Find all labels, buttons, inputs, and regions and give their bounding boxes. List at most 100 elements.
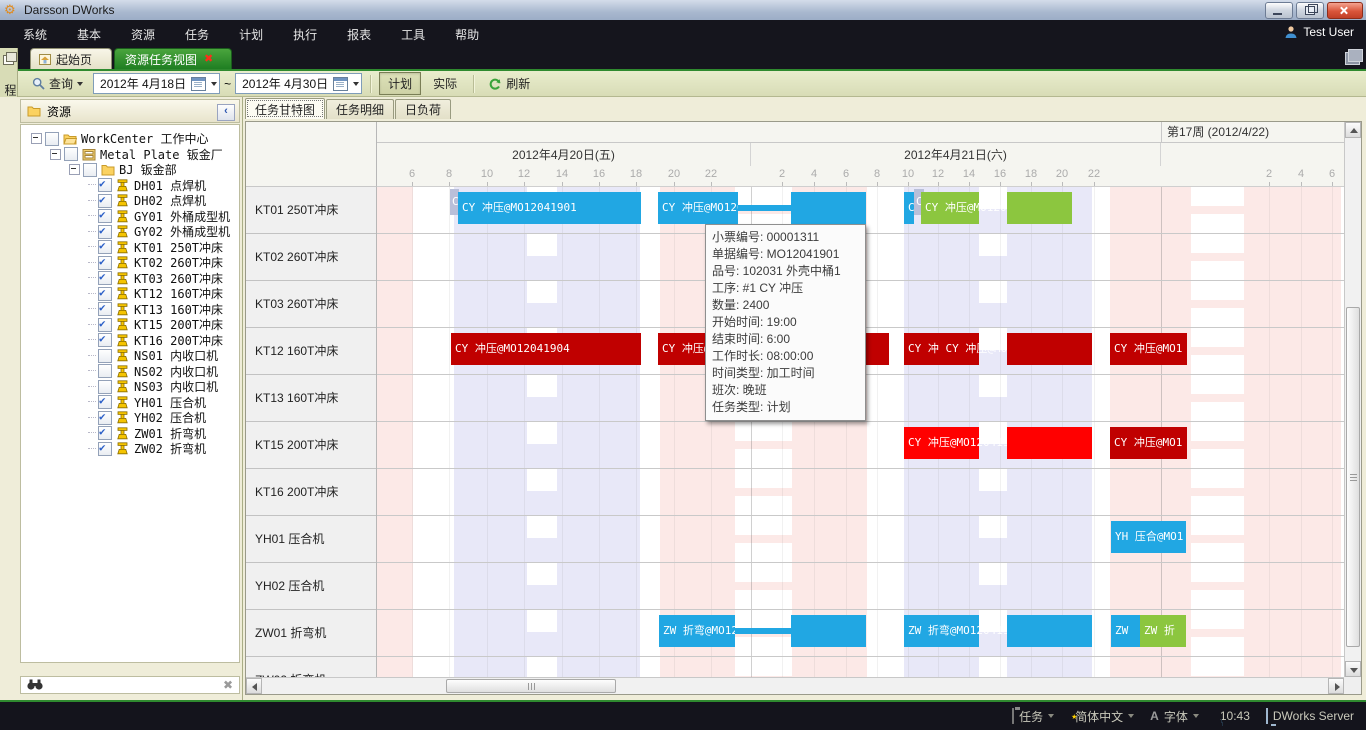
task-bar[interactable]: C — [904, 192, 914, 224]
tree-checkbox[interactable] — [83, 163, 97, 177]
tree-checkbox[interactable] — [98, 380, 112, 394]
task-bar[interactable] — [1007, 615, 1092, 647]
menu-item-报表[interactable]: 报表 — [332, 22, 386, 47]
dropdown-icon[interactable] — [1048, 714, 1054, 718]
expander-icon[interactable] — [69, 164, 80, 175]
close-button[interactable] — [1327, 2, 1363, 19]
tree-item[interactable]: KT16 200T冲床 — [21, 333, 239, 349]
tree-checkbox[interactable] — [64, 147, 78, 161]
tree-item[interactable]: NS02 内收口机 — [21, 364, 239, 380]
menu-item-基本[interactable]: 基本 — [62, 22, 116, 47]
task-bar[interactable] — [1007, 333, 1092, 365]
tree-item[interactable]: BJ 钣金部 — [21, 162, 239, 178]
user-box[interactable]: Test User — [1284, 25, 1354, 39]
restore-button[interactable] — [1296, 2, 1324, 19]
tree-checkbox[interactable] — [98, 426, 112, 440]
tree-checkbox[interactable] — [98, 318, 112, 332]
minimize-button[interactable] — [1265, 2, 1293, 19]
menu-item-系统[interactable]: 系统 — [8, 22, 62, 47]
task-bar[interactable]: CY 冲压@MO12041902 — [921, 192, 979, 224]
date-from-field[interactable]: 2012年 4月18日 — [93, 73, 220, 94]
task-bar[interactable]: CY 冲压@MO12041903 — [904, 427, 979, 459]
tree-item[interactable]: KT01 250T冲床 — [21, 240, 239, 256]
menu-item-帮助[interactable]: 帮助 — [440, 22, 494, 47]
tree-search-bar[interactable]: ✖ — [20, 676, 240, 694]
task-bar[interactable]: CY 冲压@MO1 — [1110, 427, 1187, 459]
task-bar[interactable] — [1007, 192, 1072, 224]
task-bar[interactable] — [735, 628, 791, 634]
tree-item[interactable]: KT12 160T冲床 — [21, 286, 239, 302]
expander-icon[interactable] — [31, 133, 42, 144]
status-item-DWorks Server[interactable]: DWorks Server — [1266, 709, 1354, 723]
task-bar[interactable] — [791, 615, 866, 647]
refresh-button[interactable]: 刷新 — [482, 73, 536, 94]
tree-item[interactable]: YH01 压合机 — [21, 395, 239, 411]
horizontal-scrollbar[interactable] — [246, 677, 1344, 694]
tab-home-page[interactable]: 起始页 — [30, 48, 112, 69]
tree-item[interactable]: KT15 200T冲床 — [21, 317, 239, 333]
tree-item[interactable]: KT13 160T冲床 — [21, 302, 239, 318]
task-bar[interactable] — [738, 205, 791, 211]
task-bar[interactable]: CY 冲 CY 冲压@MO12041904 — [904, 333, 979, 365]
vertical-scroll-thumb[interactable] — [1346, 307, 1360, 647]
tree-item[interactable]: DH02 点焊机 — [21, 193, 239, 209]
collapse-panel-button[interactable]: ‹ — [217, 104, 235, 121]
tree-item[interactable]: NS01 内收口机 — [21, 348, 239, 364]
task-bar[interactable] — [791, 192, 866, 224]
date-to-field[interactable]: 2012年 4月30日 — [235, 73, 362, 94]
tree-checkbox[interactable] — [98, 256, 112, 270]
task-bar[interactable]: ZW 折弯@MO12041901 — [659, 615, 735, 647]
menu-item-执行[interactable]: 执行 — [278, 22, 332, 47]
date-to-dropdown-icon[interactable] — [353, 82, 359, 86]
dropdown-icon[interactable] — [1193, 714, 1199, 718]
tree-checkbox[interactable] — [98, 271, 112, 285]
menu-item-任务[interactable]: 任务 — [170, 22, 224, 47]
tree-checkbox[interactable] — [98, 240, 112, 254]
dropdown-icon[interactable] — [1128, 714, 1134, 718]
tree-checkbox[interactable] — [98, 194, 112, 208]
tree-checkbox[interactable] — [98, 364, 112, 378]
tree-item[interactable]: ZW01 折弯机 — [21, 426, 239, 442]
task-bar[interactable]: YH 压合@MO1 — [1111, 521, 1186, 553]
query-button[interactable]: 查询 — [26, 73, 89, 94]
tree-item[interactable]: DH01 点焊机 — [21, 178, 239, 194]
task-bar[interactable]: CY 冲压@MO12041901 — [658, 192, 738, 224]
tab-resource-task-view[interactable]: 资源任务视图 ✖ — [114, 48, 232, 69]
tree-item[interactable]: KT02 260T冲床 — [21, 255, 239, 271]
status-item-简体中文[interactable]: 简体中文 — [1070, 708, 1134, 725]
tree-checkbox[interactable] — [98, 411, 112, 425]
tree-checkbox[interactable] — [45, 132, 59, 146]
task-bar[interactable]: ZW 折弯@MO12041901 — [904, 615, 979, 647]
tree-checkbox[interactable] — [98, 395, 112, 409]
task-bar[interactable] — [1007, 427, 1092, 459]
task-bar[interactable]: ZW — [1111, 615, 1140, 647]
status-item-任务[interactable]: 任务 — [1012, 708, 1054, 725]
gantt-tab-任务明细[interactable]: 任务明细 — [326, 99, 394, 119]
tree-checkbox[interactable] — [98, 287, 112, 301]
scroll-right-button[interactable] — [1328, 678, 1344, 694]
clear-search-icon[interactable]: ✖ — [223, 678, 233, 692]
scroll-up-button[interactable] — [1345, 122, 1361, 138]
tree-item[interactable]: Metal Plate 钣金厂 — [21, 147, 239, 163]
window-list-icon[interactable] — [1345, 52, 1360, 65]
tab-close-icon[interactable]: ✖ — [204, 54, 213, 65]
tree-item[interactable]: WorkCenter 工作中心 — [21, 131, 239, 147]
status-item-字体[interactable]: A字体 — [1150, 708, 1199, 725]
plan-toggle-button[interactable]: 计划 — [379, 72, 421, 95]
gantt-tab-日负荷[interactable]: 日负荷 — [395, 99, 451, 119]
gantt-tab-任务甘特图[interactable]: 任务甘特图 — [245, 98, 325, 119]
tree-item[interactable]: KT03 260T冲床 — [21, 271, 239, 287]
tree-item[interactable]: GY02 外桶成型机 — [21, 224, 239, 240]
tree-checkbox[interactable] — [98, 302, 112, 316]
task-bar[interactable]: CY 冲压@MO12041901 — [458, 192, 641, 224]
task-bar[interactable]: CY 冲压@MO12041904 — [451, 333, 641, 365]
tree-item[interactable]: GY01 外桶成型机 — [21, 209, 239, 225]
tree-checkbox[interactable] — [98, 333, 112, 347]
tree-checkbox[interactable] — [98, 442, 112, 456]
vertical-scrollbar[interactable] — [1344, 122, 1361, 677]
tree-checkbox[interactable] — [98, 209, 112, 223]
scroll-left-button[interactable] — [246, 678, 262, 694]
task-bar[interactable]: CY 冲压@MO1 — [1110, 333, 1187, 365]
actual-toggle-button[interactable]: 实际 — [425, 73, 465, 94]
task-bar[interactable]: ZW 折 — [1140, 615, 1186, 647]
